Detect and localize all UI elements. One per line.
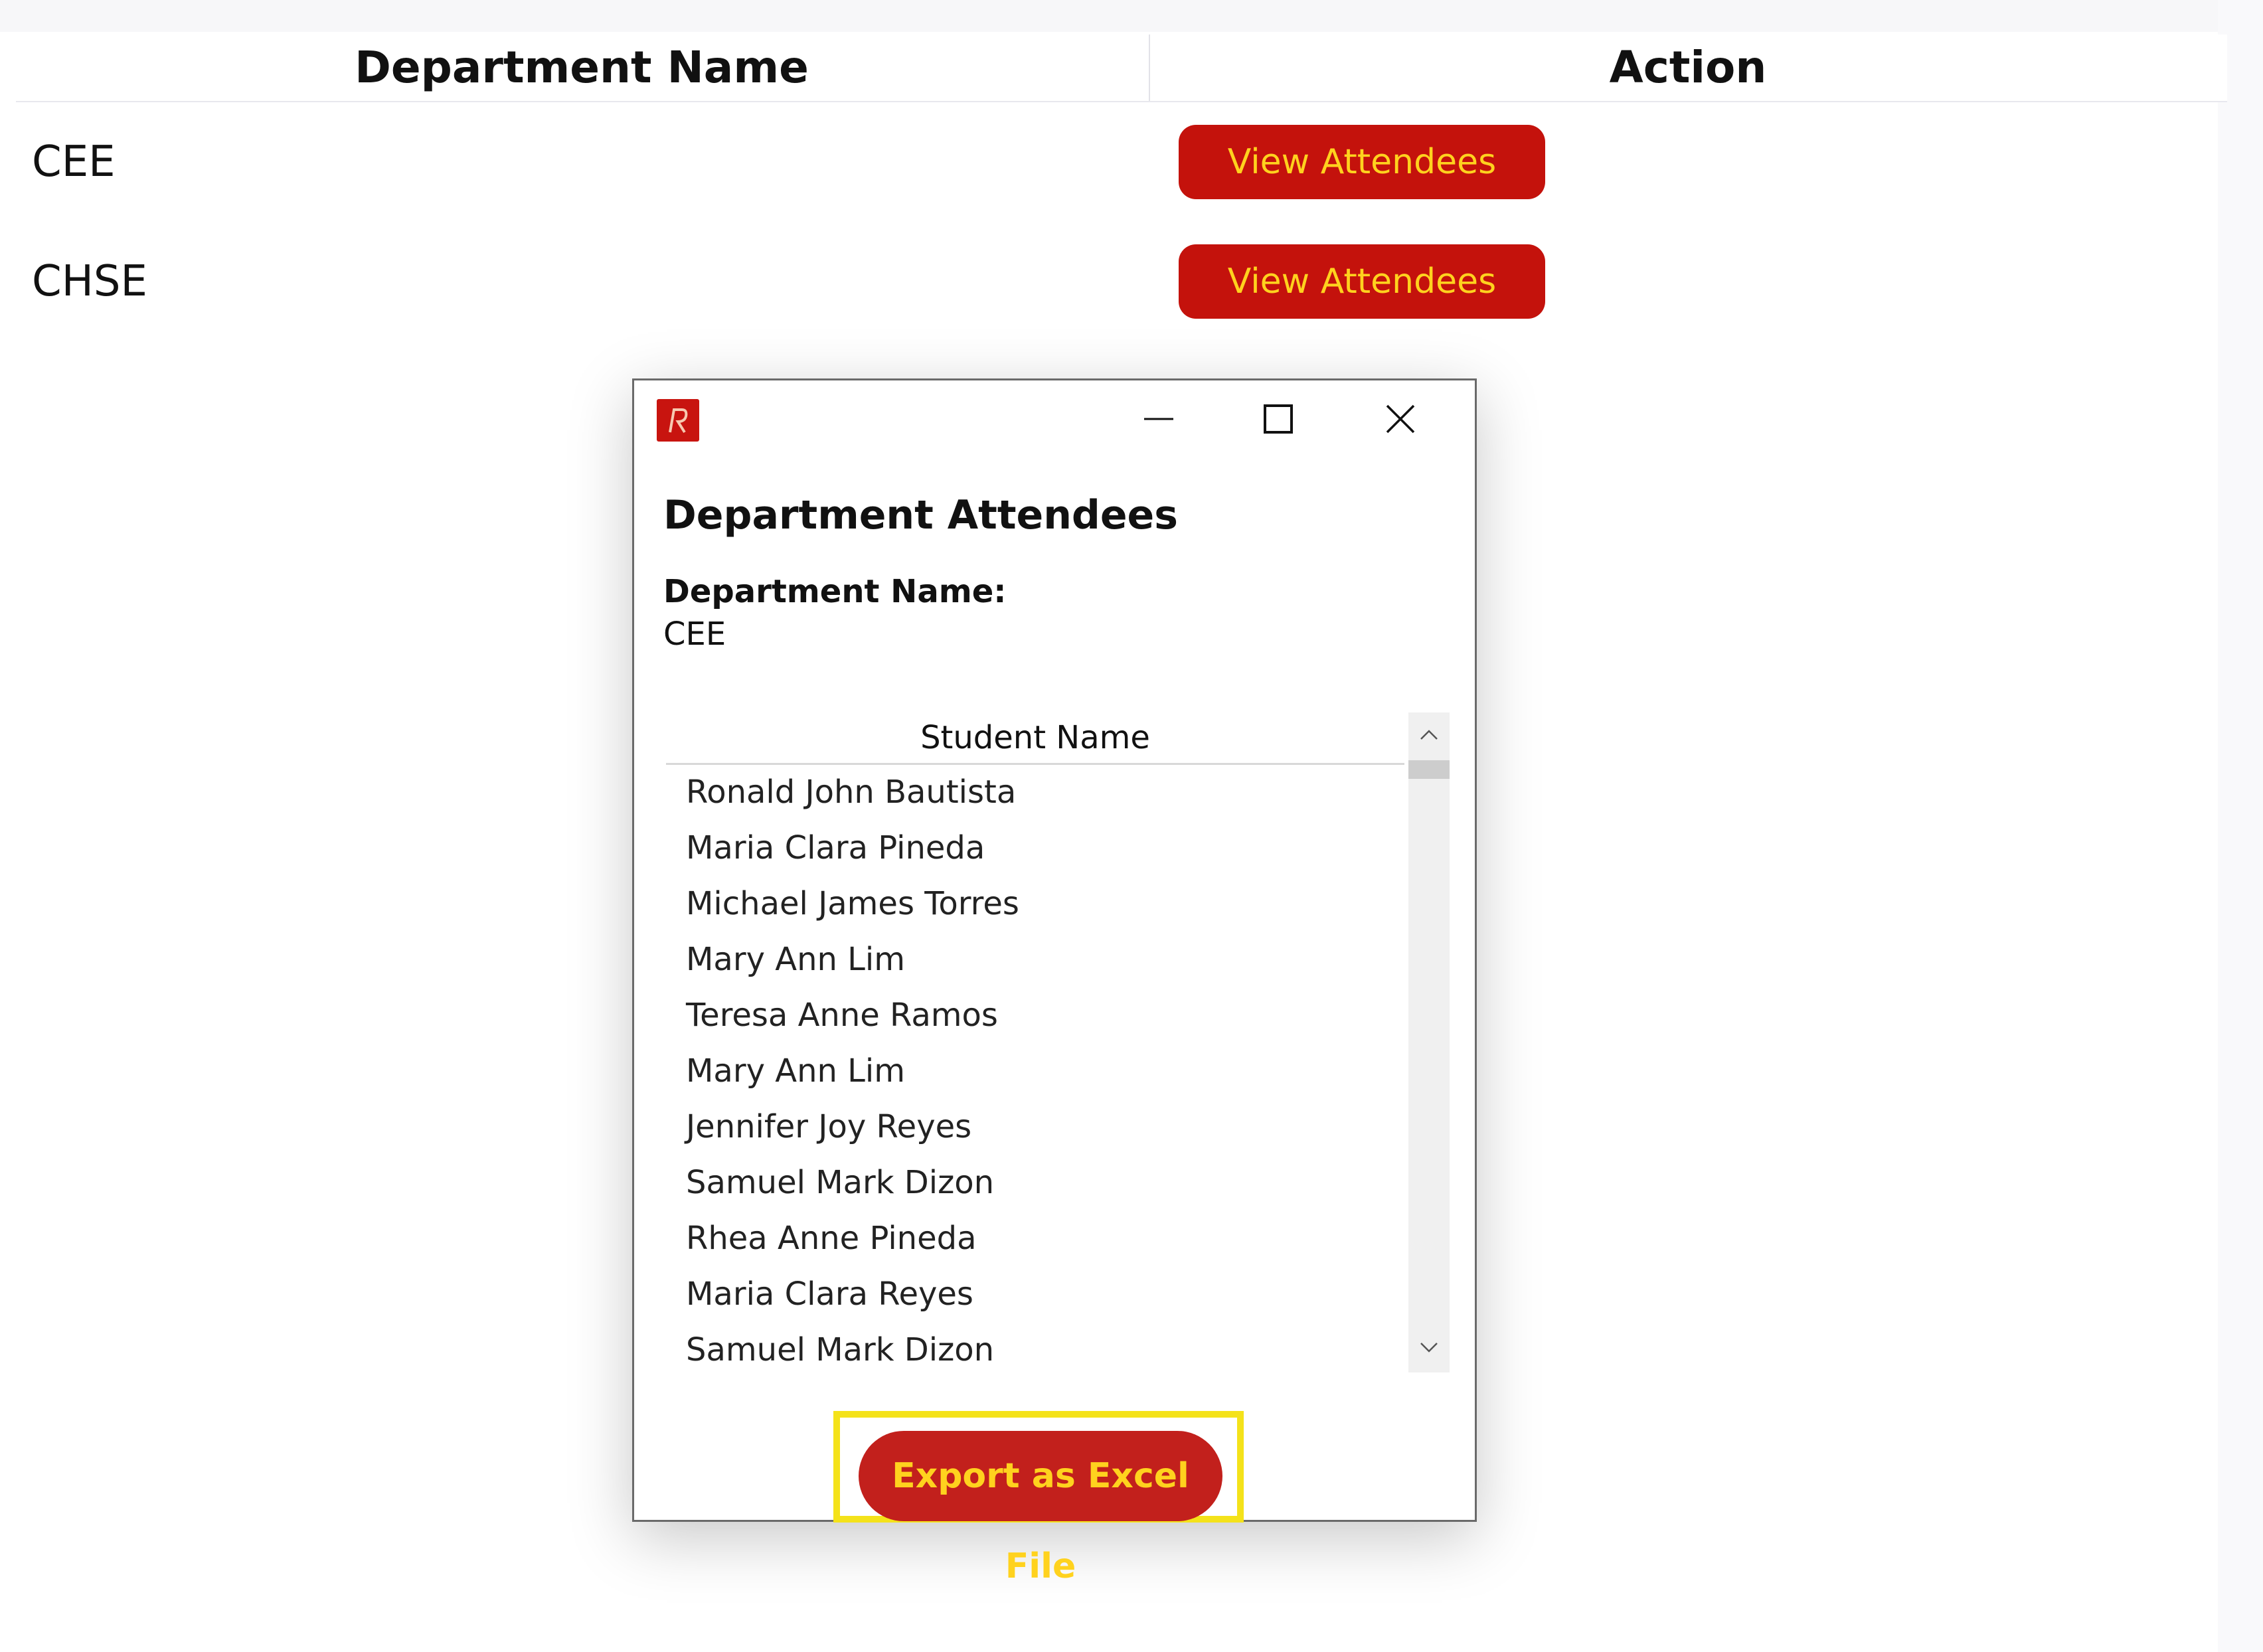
maximize-button[interactable] <box>1238 390 1318 447</box>
list-item[interactable]: Michael James Torres <box>666 876 1396 932</box>
app-logo-icon <box>657 399 699 442</box>
student-name: Samuel Mark Dizon <box>686 1164 995 1201</box>
dialog-title: Department Attendees <box>663 492 1178 538</box>
list-item[interactable]: Samuel Mark Dizon <box>666 1155 1396 1210</box>
department-name-cell: CEE <box>32 137 116 187</box>
student-name: Maria Clara Reyes <box>686 1276 973 1313</box>
list-item[interactable]: Jennifer Joy Reyes <box>666 1099 1396 1155</box>
student-name-column-header[interactable]: Student Name <box>666 712 1404 765</box>
student-list[interactable]: Student Name Ronald John Bautista Maria … <box>666 712 1450 1372</box>
table-row: CEE View Attendees <box>16 102 2227 222</box>
export-excel-button[interactable]: Export as Excel File <box>859 1431 1222 1586</box>
department-name-cell: CHSE <box>32 257 147 306</box>
student-name: Maria Clara Pineda <box>686 829 985 867</box>
page: Department Name Action CEE View Attendee… <box>0 0 2263 1652</box>
list-item[interactable]: Samuel Mark Dizon <box>666 1322 1396 1372</box>
department-name-value: CEE <box>663 616 726 653</box>
list-scrollbar[interactable] <box>1408 712 1450 1372</box>
student-name: Mary Ann Lim <box>686 941 905 978</box>
scroll-down-button[interactable] <box>1408 1325 1450 1372</box>
student-name-header-label: Student Name <box>920 719 1150 756</box>
minimize-icon <box>1144 418 1173 420</box>
close-button[interactable] <box>1361 390 1440 447</box>
view-attendees-button[interactable]: View Attendees <box>1179 125 1545 199</box>
student-name: Ronald John Bautista <box>686 774 1017 811</box>
view-attendees-button[interactable]: View Attendees <box>1179 244 1545 319</box>
dialog-titlebar[interactable] <box>634 380 1475 454</box>
scroll-up-button[interactable] <box>1408 712 1450 760</box>
student-name: Teresa Anne Ramos <box>686 997 998 1034</box>
table-row: CHSE View Attendees <box>16 222 2227 341</box>
list-item[interactable]: Mary Ann Lim <box>666 932 1396 987</box>
department-name-label: Department Name: <box>663 573 1007 610</box>
minimize-button[interactable] <box>1119 390 1199 447</box>
department-attendees-dialog: Department Attendees Department Name: CE… <box>632 378 1477 1586</box>
list-item[interactable]: Mary Ann Lim <box>666 1043 1396 1099</box>
scroll-thumb[interactable] <box>1408 760 1450 779</box>
student-name: Jennifer Joy Reyes <box>686 1108 972 1145</box>
list-item[interactable]: Teresa Anne Ramos <box>666 987 1396 1043</box>
student-name: Michael James Torres <box>686 885 1019 922</box>
student-name: Rhea Anne Pineda <box>686 1220 977 1257</box>
column-header-action: Action <box>1149 35 2226 101</box>
close-icon <box>1386 404 1415 434</box>
top-backdrop <box>0 0 2263 32</box>
list-item[interactable]: Maria Clara Pineda <box>666 820 1396 876</box>
department-table-header: Department Name Action <box>16 35 2227 102</box>
list-item[interactable]: Ronald John Bautista <box>666 764 1396 820</box>
list-item[interactable]: Maria Clara Reyes <box>666 1266 1396 1322</box>
maximize-icon <box>1264 404 1293 434</box>
student-name: Mary Ann Lim <box>686 1052 905 1090</box>
student-name: Samuel Mark Dizon <box>686 1331 995 1368</box>
chevron-down-icon <box>1420 1343 1438 1353</box>
chevron-up-icon <box>1420 730 1438 740</box>
column-header-department-name: Department Name <box>355 42 809 93</box>
list-item[interactable]: Rhea Anne Pineda <box>666 1210 1396 1266</box>
